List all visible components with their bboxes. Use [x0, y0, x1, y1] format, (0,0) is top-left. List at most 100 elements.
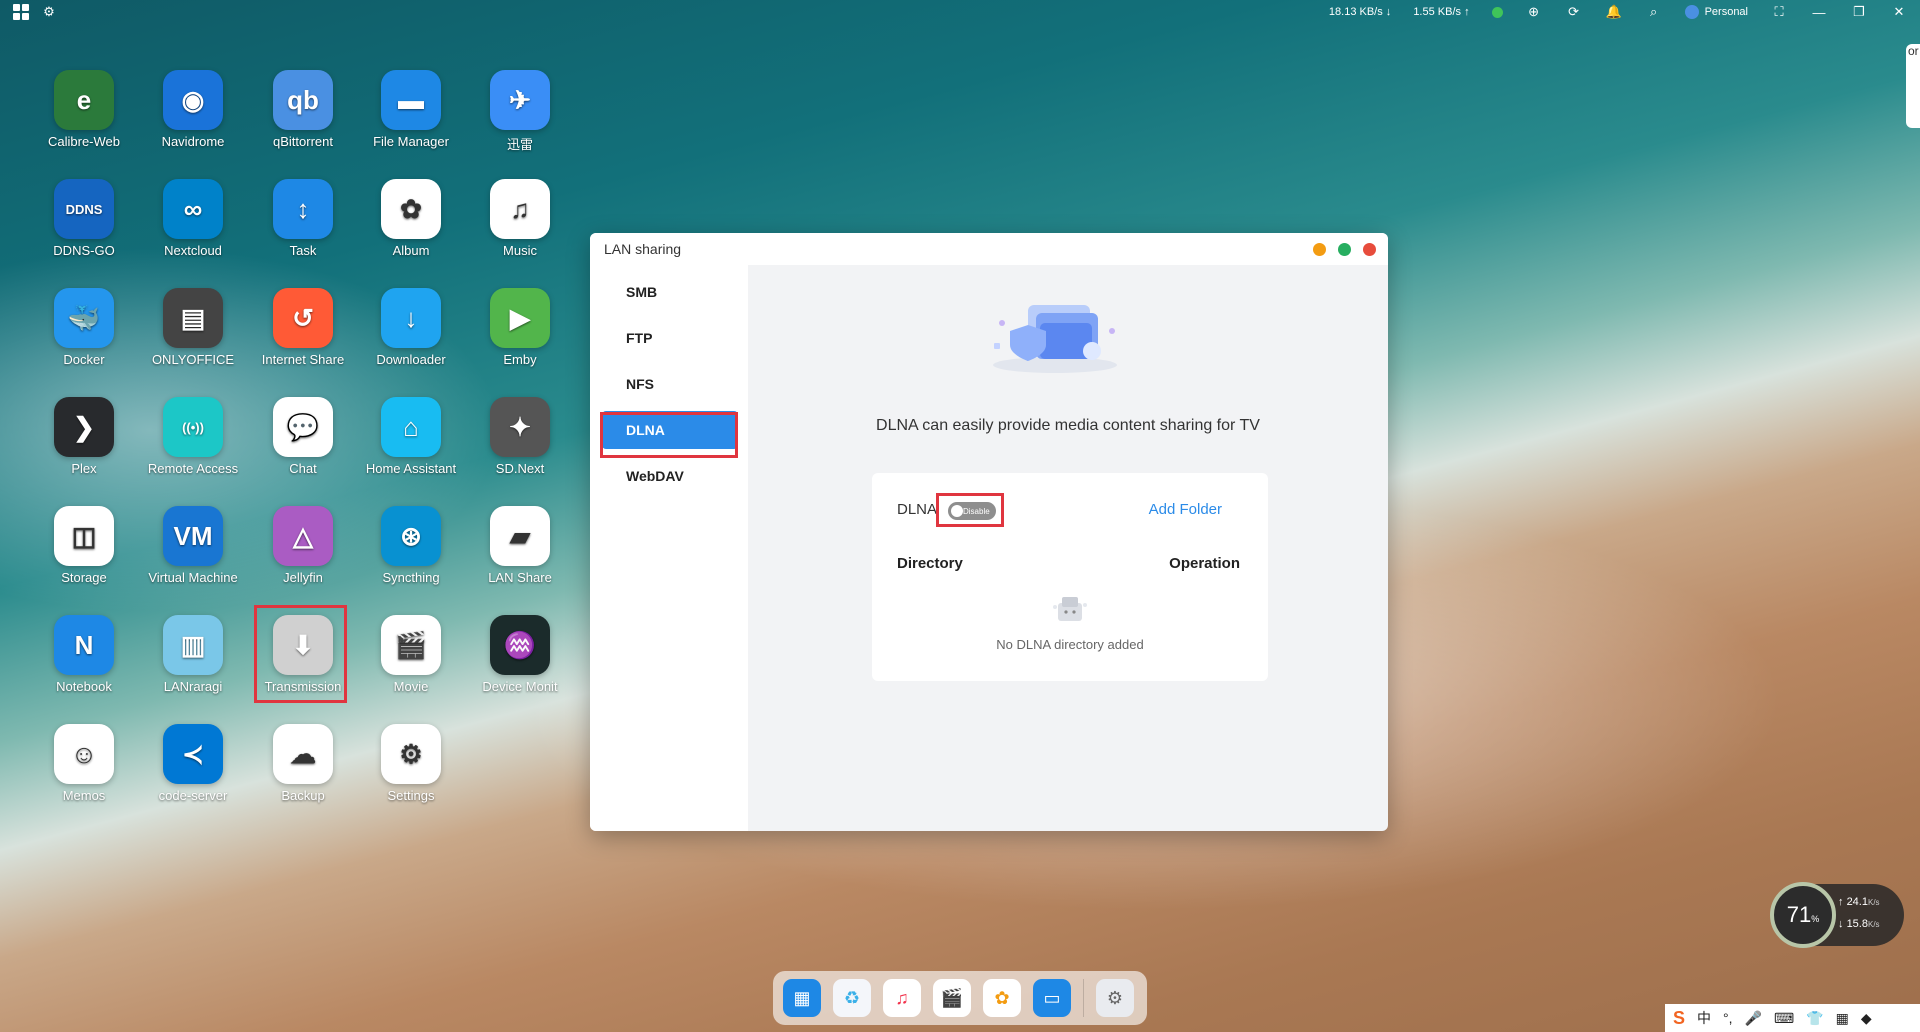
desktop-icon-device-monit[interactable]: ♒ Device Monit	[471, 615, 569, 694]
desktop-icon-file-manager[interactable]: ▬ File Manager	[362, 70, 460, 149]
edge-widget[interactable]: or	[1906, 44, 1920, 128]
toolbox-icon[interactable]: ▦	[1836, 1010, 1849, 1027]
skin-icon[interactable]: 👕	[1806, 1010, 1823, 1027]
restore-icon[interactable]: ❐	[1850, 3, 1868, 21]
desktop-icon-sd-next[interactable]: ✦ SD.Next	[471, 397, 569, 476]
desktop-icon-label: Backup	[281, 788, 325, 803]
desktop-icon-task[interactable]: ↕ Task	[254, 179, 352, 258]
status-dot-icon[interactable]	[1491, 6, 1503, 18]
desktop-icon-notebook[interactable]: N Notebook	[35, 615, 133, 694]
system-monitor-widget[interactable]: 71% ↑ 24.1K/s ↓ 15.8K/s	[1770, 882, 1904, 948]
desktop-icon-label: Notebook	[56, 679, 112, 694]
tab-ftp[interactable]: FTP	[602, 319, 738, 357]
desktop-icon-label: LAN Share	[488, 570, 552, 585]
desktop-icon-internet-share[interactable]: ↺ Internet Share	[254, 288, 352, 367]
desktop-icon-lan-share[interactable]: ▰ LAN Share	[471, 506, 569, 585]
sync-icon[interactable]: ⟳	[1565, 3, 1583, 21]
app-icon: ≺	[163, 724, 223, 784]
desktop-icon-album[interactable]: ✿ Album	[362, 179, 460, 258]
keyboard-icon[interactable]: ⌨	[1774, 1010, 1794, 1027]
desktop-icon-navidrome[interactable]: ◉ Navidrome	[144, 70, 242, 149]
desktop-icon-emby[interactable]: ▶ Emby	[471, 288, 569, 367]
desktop-icon-storage[interactable]: ◫ Storage	[35, 506, 133, 585]
desktop-icon-downloader[interactable]: ↓ Downloader	[362, 288, 460, 367]
dock-file-manager-icon[interactable]: ▭	[1033, 979, 1071, 1017]
sogou-icon[interactable]: S	[1673, 1008, 1685, 1029]
desktop-icon-label: Virtual Machine	[148, 570, 238, 585]
dock-music-icon[interactable]: ♫	[883, 979, 921, 1017]
desktop-icon-label: Music	[503, 243, 537, 258]
dock-album-icon[interactable]: ✿	[983, 979, 1021, 1017]
desktop-icon-lanraragi[interactable]: ▥ LANraragi	[144, 615, 242, 694]
app-icon: 💬	[273, 397, 333, 457]
desktop-icon-movie[interactable]: 🎬 Movie	[362, 615, 460, 694]
add-folder-link[interactable]: Add Folder	[1149, 501, 1222, 518]
desktop-icon-label: Settings	[387, 788, 435, 803]
window-minimize-button[interactable]	[1313, 243, 1326, 256]
desktop-icon-memos[interactable]: ☺ Memos	[35, 724, 133, 803]
dlna-label: DLNA	[897, 501, 938, 518]
dock-recycle-bin-icon[interactable]: ♻	[833, 979, 871, 1017]
minimize-icon[interactable]: —	[1810, 3, 1828, 21]
app-icon: ✦	[490, 397, 550, 457]
desktop-icon-label: 迅雷	[506, 137, 533, 152]
upload-rate: ↑ 24.1K/s	[1838, 896, 1880, 908]
dock-lan-sharing-window-icon[interactable]: ⚙	[1096, 979, 1134, 1017]
desktop-icon-qbittorrent[interactable]: qb qBittorrent	[254, 70, 352, 149]
app-launcher-icon[interactable]	[12, 3, 30, 21]
desktop-icon-label: Movie	[393, 679, 429, 694]
window-titlebar[interactable]: LAN sharing	[590, 233, 1388, 265]
desktop-icon-virtual-machine[interactable]: VM Virtual Machine	[144, 506, 242, 585]
desktop-icon-jellyfin[interactable]: △ Jellyfin	[254, 506, 352, 585]
user-menu[interactable]: Personal	[1684, 5, 1748, 19]
bell-icon[interactable]: 🔔	[1605, 3, 1623, 21]
close-icon[interactable]: ✕	[1890, 3, 1908, 21]
main-panel: DLNA can easily provide media content sh…	[748, 265, 1388, 831]
tab-nfs[interactable]: NFS	[602, 365, 738, 403]
settings-app-icon[interactable]: ⚙	[40, 3, 58, 21]
microphone-icon[interactable]: 🎤	[1745, 1010, 1762, 1027]
app-icon: ↕	[273, 179, 333, 239]
remote-icon[interactable]: ⊕	[1525, 3, 1543, 21]
avatar	[1684, 5, 1699, 19]
tab-smb[interactable]: SMB	[602, 273, 738, 311]
window-title: LAN sharing	[604, 241, 682, 257]
tab-webdav[interactable]: WebDAV	[602, 457, 738, 495]
desktop-icon-settings[interactable]: ⚙ Settings	[362, 724, 460, 803]
desktop-icon-plex[interactable]: ❯ Plex	[35, 397, 133, 476]
search-icon[interactable]: ⌕	[1645, 3, 1663, 21]
desktop-icon-music[interactable]: ♫ Music	[471, 179, 569, 258]
language-toggle[interactable]: 中	[1697, 1008, 1711, 1028]
desktop-icon-syncthing[interactable]: ⊛ Syncthing	[362, 506, 460, 585]
punctuation-icon[interactable]: °,	[1723, 1010, 1733, 1026]
desktop-icon-home-assistant[interactable]: ⌂ Home Assistant	[362, 397, 460, 476]
tray-app-icon[interactable]: ◆	[1861, 1010, 1872, 1027]
desktop-icon-remote-access[interactable]: ((•)) Remote Access	[144, 397, 242, 476]
desktop-icon-label: DDNS-GO	[53, 243, 115, 258]
desktop-icon-[interactable]: ✈ 迅雷	[471, 70, 569, 153]
app-icon: ☁	[273, 724, 333, 784]
desktop-icon-chat[interactable]: 💬 Chat	[254, 397, 352, 476]
desktop-icon-backup[interactable]: ☁ Backup	[254, 724, 352, 803]
app-icon: ↺	[273, 288, 333, 348]
desktop-icon-nextcloud[interactable]: ∞ Nextcloud	[144, 179, 242, 258]
app-icon: ▤	[163, 288, 223, 348]
dock-movie-icon[interactable]: 🎬	[933, 979, 971, 1017]
window-maximize-button[interactable]	[1338, 243, 1351, 256]
desktop-icon-label: Internet Share	[261, 352, 345, 367]
desktop-icon-label: LANraragi	[163, 679, 223, 694]
dock-launcher-icon[interactable]: ▦	[783, 979, 821, 1017]
window-close-button[interactable]	[1363, 243, 1376, 256]
desktop-icon-onlyoffice[interactable]: ▤ ONLYOFFICE	[144, 288, 242, 367]
dlna-intro-text: DLNA can easily provide media content sh…	[876, 417, 1260, 434]
desktop-icon-calibre-web[interactable]: e Calibre-Web	[35, 70, 133, 149]
desktop-icon-label: Chat	[289, 461, 317, 476]
desktop-icon-docker[interactable]: 🐳 Docker	[35, 288, 133, 367]
fullscreen-icon[interactable]: ⛶	[1770, 3, 1788, 21]
desktop-icon-code-server[interactable]: ≺ code-server	[144, 724, 242, 803]
desktop-icon-label: Remote Access	[147, 461, 239, 476]
app-icon: qb	[273, 70, 333, 130]
desktop-icon-ddns-go[interactable]: DDNS DDNS-GO	[35, 179, 133, 258]
app-icon: ((•))	[163, 397, 223, 457]
app-icon: ◉	[163, 70, 223, 130]
